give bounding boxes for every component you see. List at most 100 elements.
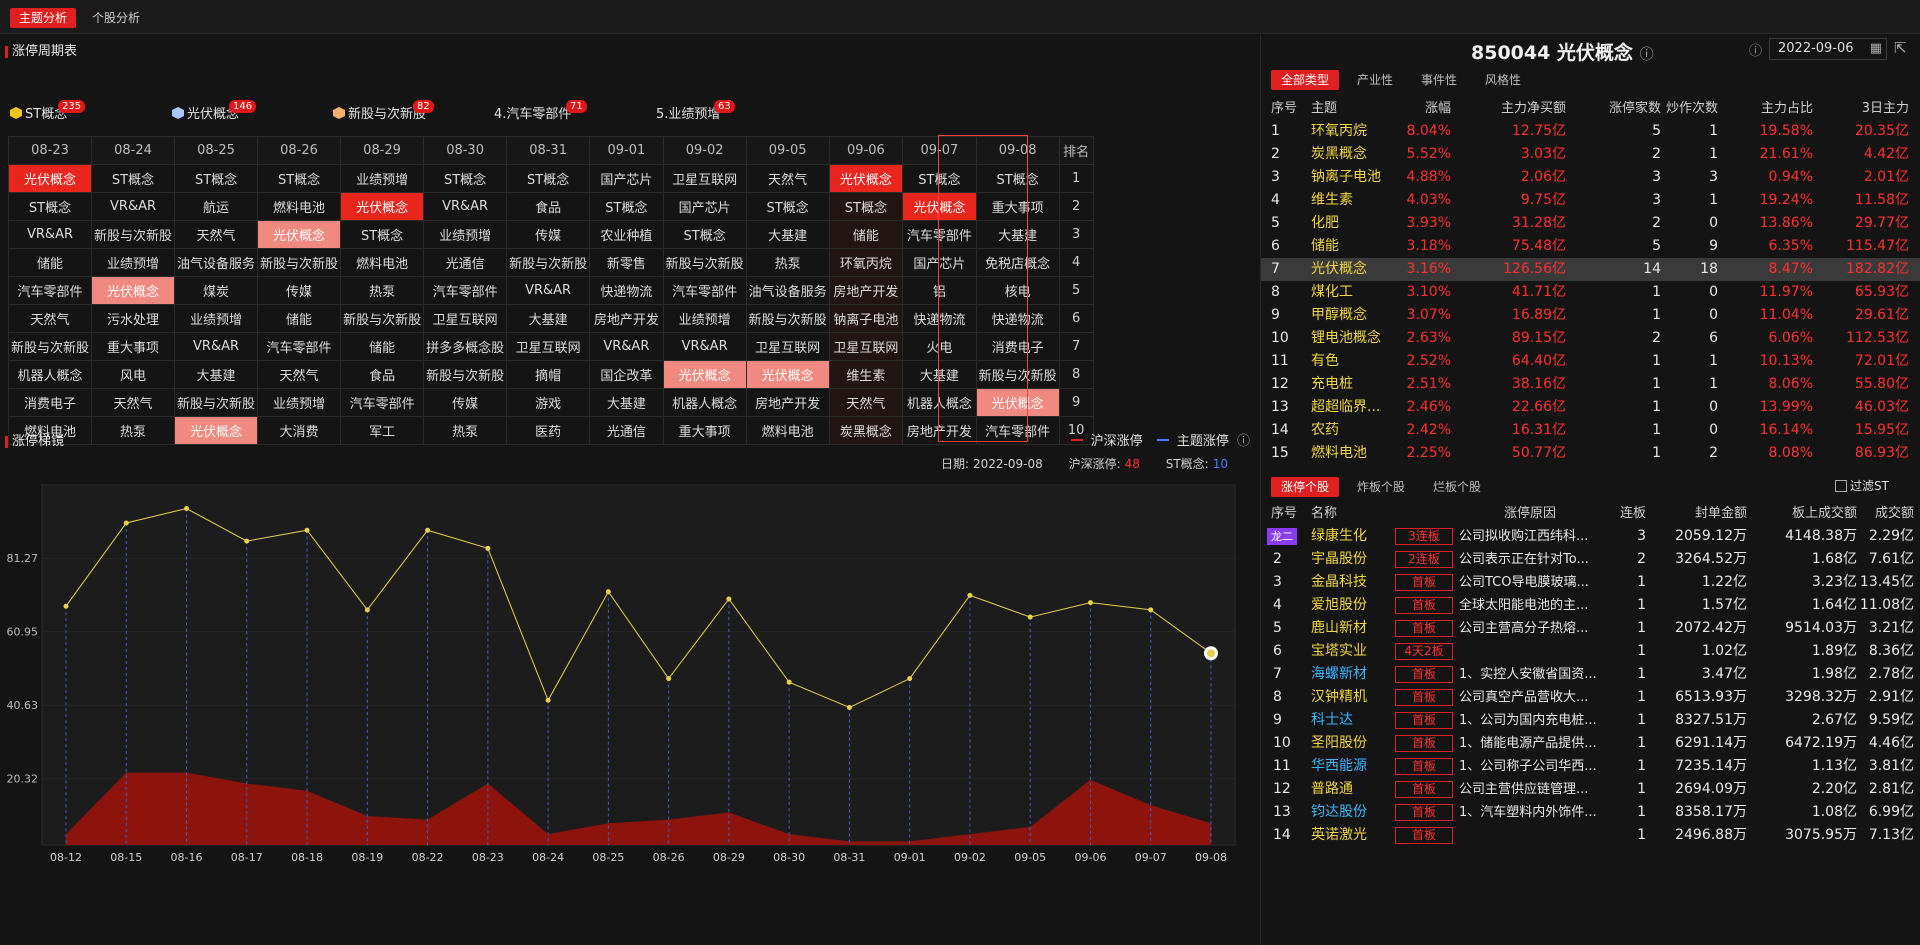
cycle-cell[interactable]: ST概念 <box>828 192 904 221</box>
reason-cell[interactable]: 公司主营高分子热熔... <box>1459 617 1607 640</box>
column-header[interactable]: 涨幅 <box>1425 97 1451 120</box>
cycle-cell[interactable]: 铝 <box>902 276 977 305</box>
cycle-cell[interactable]: 汽车零部件 <box>257 332 342 361</box>
cycle-cell[interactable]: 维生素 <box>828 360 904 389</box>
tab-limit-up[interactable]: 涨停个股 <box>1271 477 1340 497</box>
stock-row[interactable]: 13 钧达股份 首板 1、汽车塑料内外饰件... 1 8358.17万 1.08亿 6.99亿 <box>1261 801 1920 824</box>
cycle-tag[interactable]: 光伏概念 146 <box>172 100 257 125</box>
cycle-cell[interactable]: 天然气 <box>8 304 93 333</box>
cycle-cell[interactable]: 新股与次新股 <box>506 248 591 277</box>
tab-style[interactable]: 风格性 <box>1475 70 1531 90</box>
cycle-cell[interactable]: 卫星互联网 <box>506 332 591 361</box>
cycle-tag[interactable]: ST概念 235 <box>10 100 86 125</box>
column-header[interactable]: 3日主力 <box>1862 97 1909 120</box>
filter-st-checkbox[interactable]: 过滤ST <box>1835 477 1889 494</box>
column-header[interactable]: 主题 <box>1311 97 1337 120</box>
reason-cell[interactable]: 全球太阳能电池的主... <box>1459 594 1607 617</box>
cycle-cell[interactable]: 热泵 <box>91 416 176 445</box>
cycle-cell[interactable]: 燃料电池 <box>745 416 830 445</box>
cycle-cell[interactable]: 火电 <box>902 332 977 361</box>
cycle-cell[interactable]: 国产芯片 <box>902 248 977 277</box>
stock-name[interactable]: 汉钟精机 <box>1311 686 1367 709</box>
cycle-cell[interactable]: 天然气 <box>257 360 342 389</box>
cycle-cell[interactable]: ST概念 <box>423 164 508 193</box>
cycle-cell[interactable]: 新股与次新股 <box>91 220 176 249</box>
ladder-chart[interactable]: 20.32 40.63 60.95 81.27 08-12 08-15 08-16 08-17… <box>0 475 1258 945</box>
cycle-cell[interactable]: 房地产开发 <box>902 416 977 445</box>
cycle-cell[interactable]: 业绩预增 <box>257 388 342 417</box>
calendar-icon[interactable]: ▦ <box>1870 39 1882 59</box>
stock-name[interactable]: 圣阳股份 <box>1311 732 1367 755</box>
reason-cell[interactable]: 公司表示正在针对To... <box>1459 548 1607 571</box>
column-header[interactable]: 板上成交额 <box>1792 502 1857 525</box>
cycle-cell[interactable]: 新股与次新股 <box>423 360 508 389</box>
cycle-cell[interactable]: ST概念 <box>975 164 1060 193</box>
concept-row[interactable]: 2 炭黑概念 5.52% 3.03亿 2 1 21.61% 4.42亿 <box>1261 143 1920 166</box>
date-header[interactable]: 09-05 <box>745 136 830 165</box>
date-header[interactable]: 09-02 <box>662 136 747 165</box>
tab-weak-board[interactable]: 烂板个股 <box>1423 477 1491 497</box>
stock-row[interactable]: 4 爱旭股份 首板 全球太阳能电池的主... 1 1.57亿 1.64亿 11.08亿 <box>1261 594 1920 617</box>
cycle-cell[interactable]: 天然气 <box>828 388 904 417</box>
cycle-cell[interactable]: 天然气 <box>91 388 176 417</box>
cycle-cell[interactable]: 光伏概念 <box>174 416 259 445</box>
cycle-cell[interactable]: 业绩预增 <box>340 164 425 193</box>
column-header[interactable]: 名称 <box>1311 502 1337 525</box>
date-header[interactable]: 08-25 <box>174 136 259 165</box>
help-icon[interactable]: ⓘ <box>1749 40 1762 59</box>
cycle-cell[interactable]: 快递物流 <box>975 304 1060 333</box>
cycle-cell[interactable]: 新股与次新股 <box>174 388 259 417</box>
column-header[interactable]: 炒作次数 <box>1666 97 1718 120</box>
reason-cell[interactable]: 公司拟收购江西纬科... <box>1459 525 1607 548</box>
date-header[interactable]: 08-31 <box>506 136 591 165</box>
concept-row[interactable]: 11 有色 2.52% 64.40亿 1 1 10.13% 72.01亿 <box>1261 350 1920 373</box>
cycle-cell[interactable]: 国产芯片 <box>662 192 747 221</box>
reason-cell[interactable]: 1、公司称子公司华西... <box>1459 755 1607 778</box>
stock-name[interactable]: 华西能源 <box>1311 755 1367 778</box>
column-header[interactable]: 序号 <box>1271 97 1297 120</box>
tab-industry[interactable]: 产业性 <box>1347 70 1403 90</box>
cycle-cell[interactable]: VR&AR <box>423 192 508 221</box>
legend-theme[interactable]: 主题涨停 <box>1156 431 1229 453</box>
date-header[interactable]: 08-24 <box>91 136 176 165</box>
cycle-cell[interactable]: 大基建 <box>975 220 1060 249</box>
stock-name[interactable]: 科士达 <box>1311 709 1353 732</box>
cycle-cell[interactable]: VR&AR <box>174 332 259 361</box>
cycle-cell[interactable]: ST概念 <box>662 220 747 249</box>
stock-row[interactable]: 2 宇晶股份 2连板 公司表示正在针对To... 2 3264.52万 1.68亿 7.61亿 <box>1261 548 1920 571</box>
cycle-cell[interactable]: ST概念 <box>589 192 664 221</box>
cycle-cell[interactable]: 国企改革 <box>589 360 664 389</box>
stock-row[interactable]: 7 海螺新材 首板 1、实控人安徽省国资... 1 3.47亿 1.98亿 2.78亿 <box>1261 663 1920 686</box>
date-header[interactable]: 08-29 <box>340 136 425 165</box>
cycle-cell[interactable]: 卫星互联网 <box>662 164 747 193</box>
cycle-cell[interactable]: 重大事项 <box>662 416 747 445</box>
cycle-cell[interactable]: 新股与次新股 <box>257 248 342 277</box>
cycle-cell[interactable]: 新股与次新股 <box>662 248 747 277</box>
cycle-cell[interactable]: 燃料电池 <box>257 192 342 221</box>
cycle-cell[interactable]: 房地产开发 <box>745 388 830 417</box>
cycle-cell[interactable]: 传媒 <box>257 276 342 305</box>
cycle-cell[interactable]: ST概念 <box>257 164 342 193</box>
cycle-cell[interactable]: 机器人概念 <box>662 388 747 417</box>
cycle-cell[interactable]: 大基建 <box>902 360 977 389</box>
stock-name[interactable]: 金晶科技 <box>1311 571 1367 594</box>
cycle-cell[interactable]: 热泵 <box>340 276 425 305</box>
cycle-cell[interactable]: 航运 <box>174 192 259 221</box>
cycle-cell[interactable]: 大基建 <box>745 220 830 249</box>
cycle-cell[interactable]: 房地产开发 <box>589 304 664 333</box>
cycle-cell[interactable]: 风电 <box>91 360 176 389</box>
date-header[interactable]: 09-01 <box>589 136 664 165</box>
cycle-cell[interactable]: 传媒 <box>506 220 591 249</box>
cycle-cell[interactable]: 消费电子 <box>8 388 93 417</box>
cycle-cell[interactable]: ST概念 <box>174 164 259 193</box>
cycle-cell[interactable]: VR&AR <box>506 276 591 305</box>
tab-broken-board[interactable]: 炸板个股 <box>1347 477 1415 497</box>
cycle-cell[interactable]: 汽车零部件 <box>975 416 1060 445</box>
stock-row[interactable]: 14 英诺激光 首板 1 2496.88万 3075.95万 7.13亿 <box>1261 824 1920 847</box>
cycle-cell[interactable]: 天然气 <box>745 164 830 193</box>
column-header[interactable]: 主力净买额 <box>1501 97 1566 120</box>
cycle-cell[interactable]: 光伏概念 <box>662 360 747 389</box>
cycle-cell[interactable]: 光伏概念 <box>902 192 977 221</box>
stock-name[interactable]: 钧达股份 <box>1311 801 1367 824</box>
cycle-cell[interactable]: 新股与次新股 <box>340 304 425 333</box>
